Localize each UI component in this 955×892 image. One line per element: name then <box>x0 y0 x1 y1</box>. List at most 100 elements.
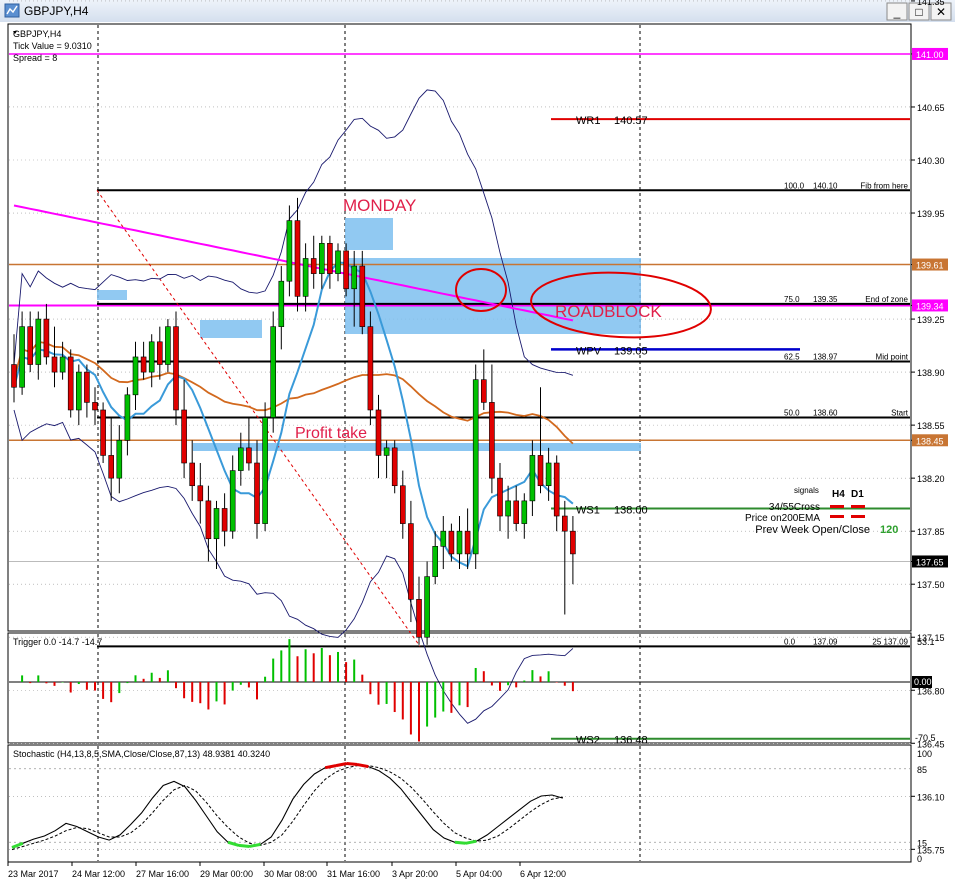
earlier-zone-small <box>97 290 127 300</box>
candle-body <box>35 318 42 365</box>
candle-body <box>181 409 187 464</box>
candle-body <box>351 265 358 290</box>
candle-body <box>19 326 25 388</box>
candle-body <box>302 258 309 297</box>
pivot-value: 139.05 <box>614 345 648 357</box>
candle-body <box>132 356 139 396</box>
signals-d1: D1 <box>851 489 864 500</box>
stoch-overbought <box>346 762 358 767</box>
maximize-icon: □ <box>915 5 922 19</box>
candle-body <box>521 500 528 524</box>
candle-body <box>254 462 260 524</box>
stoch-oversold <box>454 840 466 845</box>
candle-body <box>246 447 252 464</box>
candle-body <box>537 455 544 487</box>
symbol-info: GBPJPY,H4 <box>13 29 61 39</box>
stochastic-label: Stochastic (H4,13,8,5,SMA,Close/Close,87… <box>13 749 270 759</box>
fib-note: Mid point <box>876 352 909 361</box>
signal-ema-h4 <box>830 515 844 518</box>
time-axis: 23 Mar 2017 24 Mar 12:00 27 Mar 16:00 29 Ma… <box>7 862 566 879</box>
candle-body <box>432 546 439 577</box>
signal-cross-d1 <box>851 505 865 508</box>
pivot-label: WPV <box>576 345 602 357</box>
monday-annotation: MONDAY <box>343 196 416 215</box>
candle-body <box>238 447 244 471</box>
candle-body <box>286 220 293 282</box>
prev-week-value: 120 <box>880 524 898 536</box>
price-scale-label: 139.95 <box>917 209 945 219</box>
time-label: 24 Mar 12:00 <box>72 869 125 879</box>
candle-body <box>43 318 50 358</box>
price-scale-label: 137.50 <box>917 580 945 590</box>
candle-body <box>278 280 285 327</box>
candle-body <box>51 356 58 373</box>
price-scale-label: 141.35 <box>917 0 945 7</box>
price-marker-label: 137.65 <box>916 557 944 567</box>
pivot-label: WS2 <box>576 735 600 747</box>
candle-body <box>116 439 123 479</box>
candle-body <box>561 515 568 532</box>
candle-body <box>59 356 66 373</box>
roadblock-annotation: ROADBLOCK <box>555 302 662 321</box>
candle-body <box>11 364 17 388</box>
title-bar <box>0 0 955 22</box>
candle-body <box>229 470 236 532</box>
price-scale-label: 138.90 <box>917 368 945 378</box>
price-scale: 141.35 141.00 140.65 140.30 139.95 139.61 139.… <box>911 0 948 855</box>
window-title: GBPJPY,H4 <box>24 4 89 18</box>
fib-pct: 50.0 <box>784 409 800 418</box>
candle-body <box>513 500 520 524</box>
candle-body <box>84 371 90 403</box>
stoch-scale-label: 15 <box>917 838 927 848</box>
minimize-button[interactable]: _ <box>886 2 908 21</box>
close-icon: ✕ <box>936 5 946 19</box>
candle-body <box>157 341 163 365</box>
earlier-zone <box>200 320 262 338</box>
candle-body <box>456 530 463 555</box>
profit-take-annotation: Profit take <box>295 425 367 442</box>
signals-h4: H4 <box>832 489 845 500</box>
spread: Spread = 8 <box>13 53 57 63</box>
price-marker-label: 138.45 <box>916 436 944 446</box>
candle-body <box>399 485 406 524</box>
pivot-label: WR1 <box>576 115 600 127</box>
trigger-label: Trigger 0.0 -14.7 -14.7 <box>13 637 102 647</box>
candle-body <box>294 220 301 297</box>
stoch-oversold <box>465 839 477 845</box>
stochastic-pane[interactable] <box>7 744 912 863</box>
fib-value: 138.97 <box>813 352 838 361</box>
signal-row-ema: Price on200EMA <box>745 513 820 524</box>
stoch-scale-label: 0 <box>917 854 922 864</box>
time-label: 31 Mar 16:00 <box>327 869 380 879</box>
time-label: 5 Apr 04:00 <box>456 869 502 879</box>
candle-body <box>173 326 179 411</box>
signal-ema-d1 <box>851 515 865 518</box>
candle-body <box>335 250 341 274</box>
candle-body <box>553 462 560 517</box>
monday-zone <box>345 258 641 334</box>
candle-body <box>140 356 147 373</box>
trigger-scale-top: 53.1 <box>917 637 935 647</box>
price-scale-label: 140.65 <box>917 103 945 113</box>
trigger-scale-zero: 0.00 <box>914 677 932 687</box>
pivot-value: 138.00 <box>614 504 648 516</box>
price-scale-label: 138.55 <box>917 421 945 431</box>
candle-body <box>529 455 536 502</box>
candle-body <box>416 599 422 638</box>
candle-body <box>367 326 374 411</box>
time-label: 29 Mar 00:00 <box>200 869 253 879</box>
fib-value: 137.09 <box>813 637 838 646</box>
candle-body <box>67 356 74 411</box>
candle-body <box>359 265 366 327</box>
candle-body <box>100 409 106 456</box>
fib-pct: 75.0 <box>784 295 800 304</box>
signals-header: signals <box>794 486 819 495</box>
candle-body <box>545 462 552 487</box>
prev-week-label: Prev Week Open/Close <box>755 524 870 536</box>
stoch-overbought <box>357 763 369 769</box>
fib-value: 138.60 <box>813 409 838 418</box>
fib-value: 140.10 <box>813 181 838 190</box>
candle-body <box>27 326 34 365</box>
candle-body <box>497 477 503 517</box>
candle-body <box>375 409 382 456</box>
